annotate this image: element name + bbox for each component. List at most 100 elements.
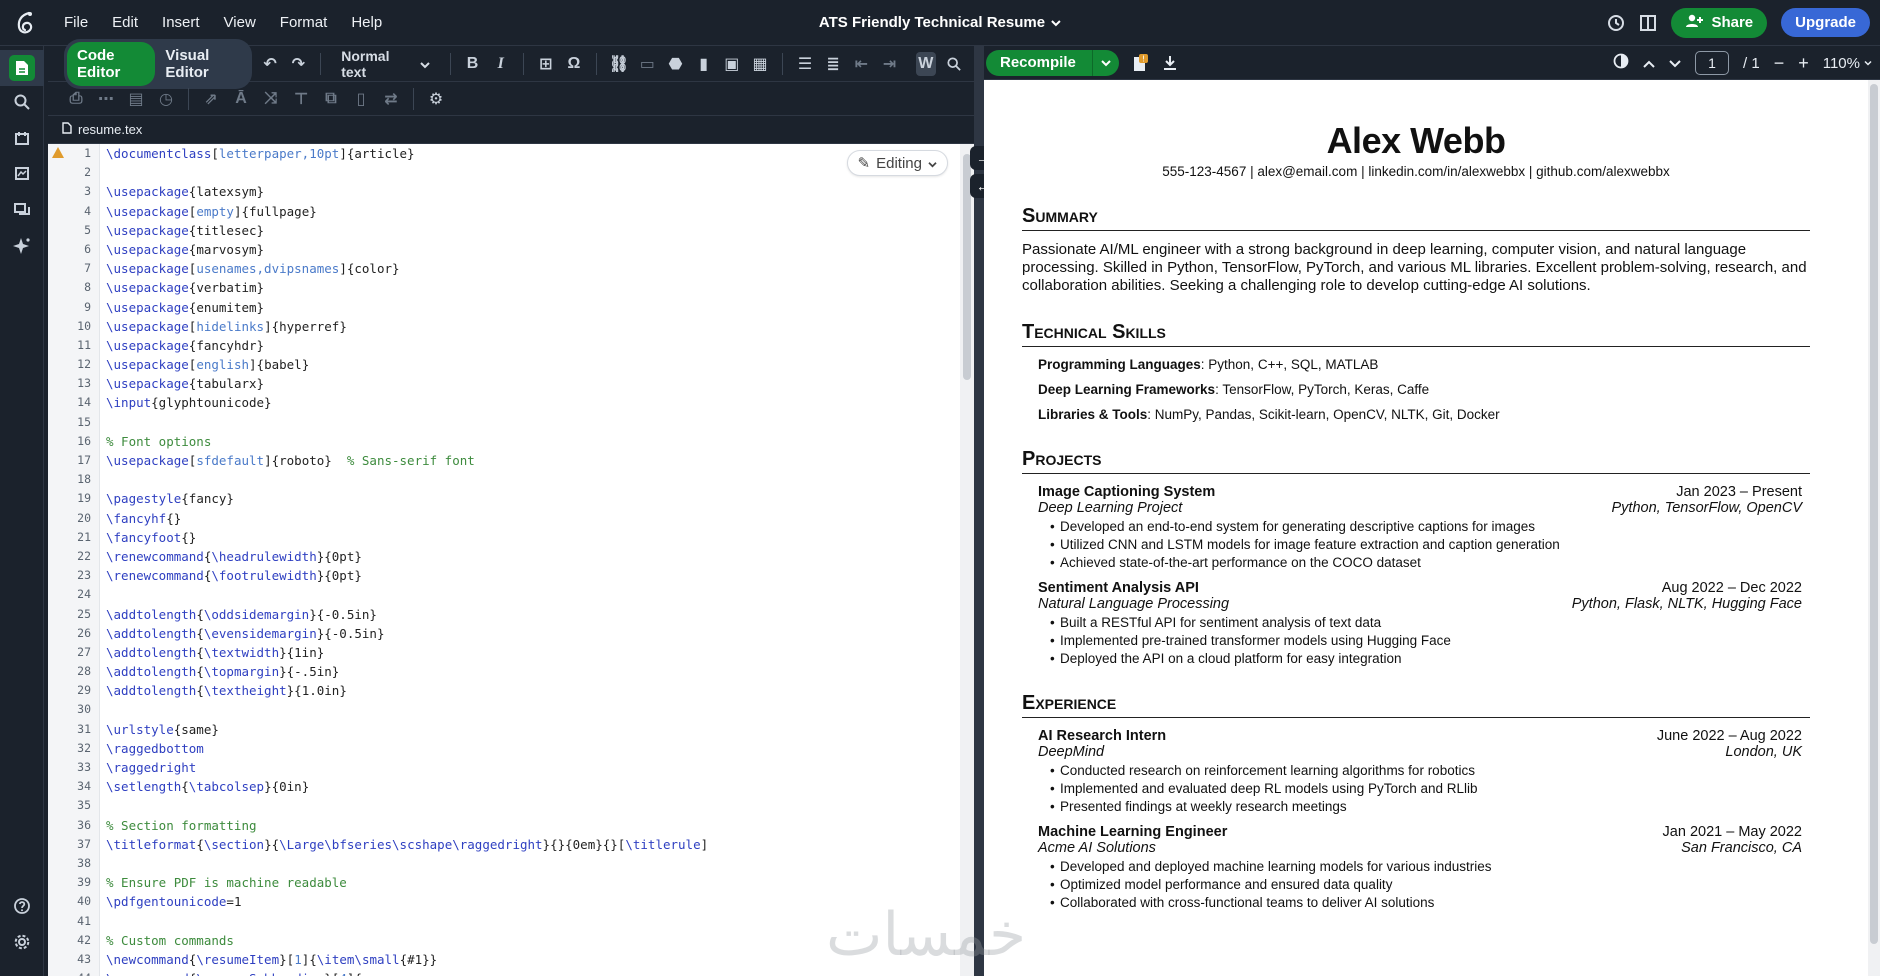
code-line[interactable]: \newcommand{\resumeSubheading}[4]{ <box>106 969 960 976</box>
editor-scrollbar[interactable] <box>960 144 974 976</box>
code-line[interactable]: \usepackage{titlesec} <box>106 221 960 240</box>
gear-icon[interactable]: ⚙ <box>424 87 448 111</box>
layout-icon[interactable] <box>1639 14 1657 32</box>
code-line[interactable]: \usepackage[hidelinks]{hyperref} <box>106 317 960 336</box>
code-line[interactable] <box>106 700 960 719</box>
pdf-scrollbar[interactable] <box>1868 80 1880 976</box>
code-line[interactable]: \usepackage{tabularx} <box>106 374 960 393</box>
code-line[interactable]: \renewcommand{\headrulewidth}{0pt} <box>106 547 960 566</box>
zoom-out-icon[interactable]: − <box>1774 53 1785 74</box>
code-line[interactable] <box>106 470 960 489</box>
code-lines[interactable]: \documentclass[letterpaper,10pt]{article… <box>106 144 960 976</box>
chevron-down-icon[interactable] <box>1669 55 1681 72</box>
warning-icon[interactable] <box>52 147 64 158</box>
code-line[interactable]: \usepackage{verbatim} <box>106 278 960 297</box>
code-line[interactable]: \usepackage{marvosym} <box>106 240 960 259</box>
editing-mode-button[interactable]: ✎ Editing <box>846 150 948 176</box>
table-icon[interactable]: ▦ <box>750 52 770 76</box>
code-line[interactable]: % Ensure PDF is machine readable <box>106 873 960 892</box>
code-line[interactable]: \raggedbottom <box>106 739 960 758</box>
dots-icon[interactable]: ⋯ <box>94 87 118 111</box>
swap-icon[interactable]: ⇄ <box>379 87 403 111</box>
indent-icon[interactable]: ⇥ <box>880 52 900 76</box>
doc-icon[interactable]: ▯ <box>349 87 373 111</box>
code-line[interactable]: \pagestyle{fancy} <box>106 489 960 508</box>
numbered-list-icon[interactable]: ≣ <box>823 52 843 76</box>
code-line[interactable]: \documentclass[letterpaper,10pt]{article… <box>106 144 960 163</box>
transform-icon[interactable]: ⇗ <box>199 87 223 111</box>
code-line[interactable]: % Font options <box>106 432 960 451</box>
zoom-select[interactable]: 110% <box>1823 55 1872 72</box>
download-icon[interactable] <box>1163 55 1177 71</box>
menu-item-help[interactable]: Help <box>339 14 394 31</box>
tag-icon[interactable]: ⬣ <box>665 52 685 76</box>
copy-icon[interactable]: ⧉ <box>319 87 343 111</box>
rail-file-tree[interactable] <box>0 50 44 86</box>
rail-ai-assist[interactable] <box>0 230 44 266</box>
pane-splitter[interactable]: → ← <box>970 46 996 976</box>
menu-item-insert[interactable]: Insert <box>150 14 212 31</box>
bullet-list-icon[interactable]: ☰ <box>795 52 815 76</box>
translate-icon[interactable]: Ā <box>229 87 253 111</box>
code-line[interactable]: \input{glyphtounicode} <box>106 393 960 412</box>
code-line[interactable]: \usepackage{latexsym} <box>106 182 960 201</box>
code-line[interactable] <box>106 163 960 182</box>
image-icon[interactable]: ▣ <box>722 52 742 76</box>
code-line[interactable]: \addtolength{\oddsidemargin}{-0.5in} <box>106 605 960 624</box>
search-icon[interactable] <box>944 52 964 76</box>
code-editor[interactable]: 1 2 3 4 5 6 7 8 9 10 11 12 13 14 15 16 17 18 19 20 21 22 23 24 2… <box>48 144 974 976</box>
share-button[interactable]: Share <box>1671 7 1768 38</box>
italic-icon[interactable]: I <box>491 52 511 76</box>
text-style-select[interactable]: Normal text <box>333 48 437 80</box>
code-editor-tab[interactable]: Code Editor <box>67 41 156 86</box>
rail-chat[interactable] <box>0 194 44 230</box>
menu-item-file[interactable]: File <box>52 14 100 31</box>
code-line[interactable] <box>106 854 960 873</box>
rail-review[interactable] <box>0 158 44 194</box>
code-line[interactable] <box>106 585 960 604</box>
code-line[interactable]: % Section formatting <box>106 816 960 835</box>
code-line[interactable]: \urlstyle{same} <box>106 720 960 739</box>
code-line[interactable]: \addtolength{\textheight}{1.0in} <box>106 681 960 700</box>
code-line[interactable]: \usepackage[sfdefault]{roboto} % Sans-se… <box>106 451 960 470</box>
chevron-down-icon[interactable] <box>1091 49 1119 76</box>
comment-icon[interactable]: ▭ <box>637 52 657 76</box>
code-line[interactable]: \usepackage[english]{babel} <box>106 355 960 374</box>
menu-item-format[interactable]: Format <box>268 14 340 31</box>
code-line[interactable] <box>106 413 960 432</box>
link-icon[interactable]: ⛓ <box>609 52 629 76</box>
upgrade-button[interactable]: Upgrade <box>1781 8 1870 37</box>
chevron-up-icon[interactable] <box>1643 55 1655 72</box>
code-line[interactable]: \fancyfoot{} <box>106 528 960 547</box>
code-line[interactable]: \renewcommand{\footrulewidth}{0pt} <box>106 566 960 585</box>
code-line[interactable]: \fancyhf{} <box>106 509 960 528</box>
contrast-icon[interactable] <box>1613 53 1629 73</box>
print-icon[interactable]: ⎙ <box>64 87 88 111</box>
zoom-in-icon[interactable]: + <box>1798 53 1809 74</box>
code-line[interactable]: \usepackage{enumitem} <box>106 298 960 317</box>
visual-editor-tab[interactable]: Visual Editor <box>155 42 249 86</box>
code-line[interactable]: \raggedright <box>106 758 960 777</box>
logs-warning-icon[interactable]: ! <box>1133 53 1149 72</box>
code-line[interactable]: \usepackage[empty]{fullpage} <box>106 202 960 221</box>
rail-search[interactable] <box>0 86 44 122</box>
symbol-icon[interactable]: Ω <box>564 52 584 76</box>
outdent-icon[interactable]: ⇤ <box>851 52 871 76</box>
menu-item-view[interactable]: View <box>212 14 268 31</box>
menu-item-edit[interactable]: Edit <box>100 14 150 31</box>
cite-icon[interactable]: ▮ <box>694 52 714 76</box>
bold-icon[interactable]: B <box>462 52 482 76</box>
code-line[interactable]: \addtolength{\evensidemargin}{-0.5in} <box>106 624 960 643</box>
rail-integrations[interactable] <box>0 122 44 158</box>
code-line[interactable]: \setlength{\tabcolsep}{0in} <box>106 777 960 796</box>
rail-help[interactable] <box>0 890 44 926</box>
code-line[interactable] <box>106 796 960 815</box>
shuffle-icon[interactable]: ⤨ <box>259 87 283 111</box>
pdf-scroll-thumb[interactable] <box>1870 84 1878 944</box>
code-line[interactable]: \usepackage{fancyhdr} <box>106 336 960 355</box>
rail-settings[interactable] <box>0 926 44 962</box>
undo-icon[interactable]: ↶ <box>260 52 280 76</box>
document-title[interactable]: ATS Friendly Technical Resume <box>819 14 1061 31</box>
code-line[interactable]: \addtolength{\topmargin}{-.5in} <box>106 662 960 681</box>
history-icon[interactable] <box>1607 14 1625 32</box>
